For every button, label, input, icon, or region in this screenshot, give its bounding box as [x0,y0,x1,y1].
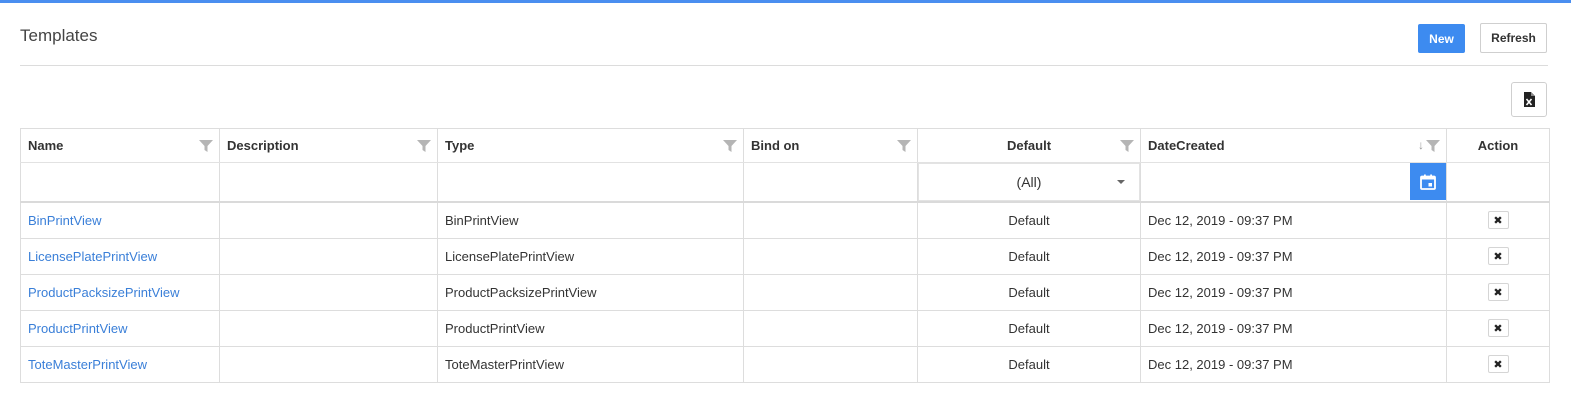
row-action-cell: ✖ [1446,273,1550,311]
row-date-created: Dec 12, 2019 - 09:37 PM [1140,201,1447,239]
delete-row-button[interactable]: ✖ [1487,319,1509,337]
row-bind-on [743,309,918,347]
delete-row-button[interactable]: ✖ [1487,355,1509,373]
column-header-label: Description [227,138,299,153]
row-date-created: Dec 12, 2019 - 09:37 PM [1140,345,1447,383]
row-name-link[interactable]: ProductPacksizePrintView [20,273,220,311]
column-header-name[interactable]: Name [20,128,220,163]
column-header-label: Action [1477,138,1519,153]
filter-icon[interactable] [417,140,431,152]
title-divider [20,65,1548,66]
row-action-cell: ✖ [1446,237,1550,275]
filter-icon[interactable] [1120,140,1134,152]
templates-grid: Name Description Type Bind on Default Da… [20,128,1550,383]
page-title: Templates [20,26,98,45]
row-description [219,201,438,239]
filter-cell-type[interactable] [437,162,744,203]
filter-cell-date-created[interactable] [1140,162,1447,203]
row-type: ToteMasterPrintView [437,345,744,383]
column-header-description[interactable]: Description [219,128,438,163]
row-name-link[interactable]: ToteMasterPrintView [20,345,220,383]
filter-cell-bind-on[interactable] [743,162,918,203]
row-date-created: Dec 12, 2019 - 09:37 PM [1140,309,1447,347]
column-header-label: DateCreated [1148,138,1225,153]
row-description [219,273,438,311]
row-action-cell: ✖ [1446,345,1550,383]
new-button[interactable]: New [1418,24,1465,53]
calendar-icon [1420,174,1436,190]
row-type: ProductPacksizePrintView [437,273,744,311]
row-default: Default [917,345,1141,383]
row-type: LicensePlatePrintView [437,237,744,275]
row-bind-on [743,237,918,275]
excel-export-icon [1524,92,1535,107]
row-default: Default [917,273,1141,311]
filter-icon[interactable] [897,140,911,152]
table-row: ProductPrintView ProductPrintView Defaul… [20,309,1550,347]
date-picker-button[interactable] [1410,163,1446,200]
filter-icon[interactable] [199,140,213,152]
table-row: LicensePlatePrintView LicensePlatePrintV… [20,237,1550,275]
row-default: Default [917,237,1141,275]
row-description [219,309,438,347]
column-header-type[interactable]: Type [437,128,744,163]
default-filter-select[interactable]: (All) [918,163,1140,201]
filter-cell-name[interactable] [20,162,220,203]
top-accent-bar [0,0,1571,3]
delete-row-button[interactable]: ✖ [1487,283,1509,301]
row-bind-on [743,201,918,239]
refresh-button[interactable]: Refresh [1480,23,1547,53]
filter-cell-description[interactable] [219,162,438,203]
row-name-link[interactable]: ProductPrintView [20,309,220,347]
sort-descending-icon[interactable]: ↓ [1418,138,1424,152]
row-name-link[interactable]: BinPrintView [20,201,220,239]
row-type: BinPrintView [437,201,744,239]
filter-icon[interactable] [1426,140,1440,152]
column-header-date-created[interactable]: DateCreated ↓ [1140,128,1447,163]
row-date-created: Dec 12, 2019 - 09:37 PM [1140,273,1447,311]
filter-icon[interactable] [723,140,737,152]
chevron-down-icon [1117,180,1125,184]
table-row: ToteMasterPrintView ToteMasterPrintView … [20,345,1550,383]
default-filter-value: (All) [1016,174,1042,190]
excel-export-button[interactable] [1511,82,1547,117]
row-action-cell: ✖ [1446,201,1550,239]
row-date-created: Dec 12, 2019 - 09:37 PM [1140,237,1447,275]
table-row: BinPrintView BinPrintView Default Dec 12… [20,201,1550,239]
row-name-link[interactable]: LicensePlatePrintView [20,237,220,275]
row-bind-on [743,273,918,311]
column-header-default[interactable]: Default [917,128,1141,163]
row-description [219,237,438,275]
column-header-label: Default [1006,138,1052,153]
grid-header-row: Name Description Type Bind on Default Da… [20,128,1550,163]
row-type: ProductPrintView [437,309,744,347]
row-default: Default [917,309,1141,347]
column-header-label: Type [445,138,475,153]
delete-row-button[interactable]: ✖ [1487,211,1509,230]
grid-filter-row: (All) [20,162,1550,203]
delete-row-button[interactable]: ✖ [1487,247,1509,265]
filter-cell-action [1446,162,1550,203]
column-header-bind-on[interactable]: Bind on [743,128,918,163]
column-header-action: Action [1446,128,1550,163]
filter-cell-default: (All) [917,162,1141,203]
row-bind-on [743,345,918,383]
row-description [219,345,438,383]
table-row: ProductPacksizePrintView ProductPacksize… [20,273,1550,311]
row-default: Default [917,201,1141,239]
column-header-label: Name [28,138,64,153]
row-action-cell: ✖ [1446,309,1550,347]
column-header-label: Bind on [751,138,800,153]
